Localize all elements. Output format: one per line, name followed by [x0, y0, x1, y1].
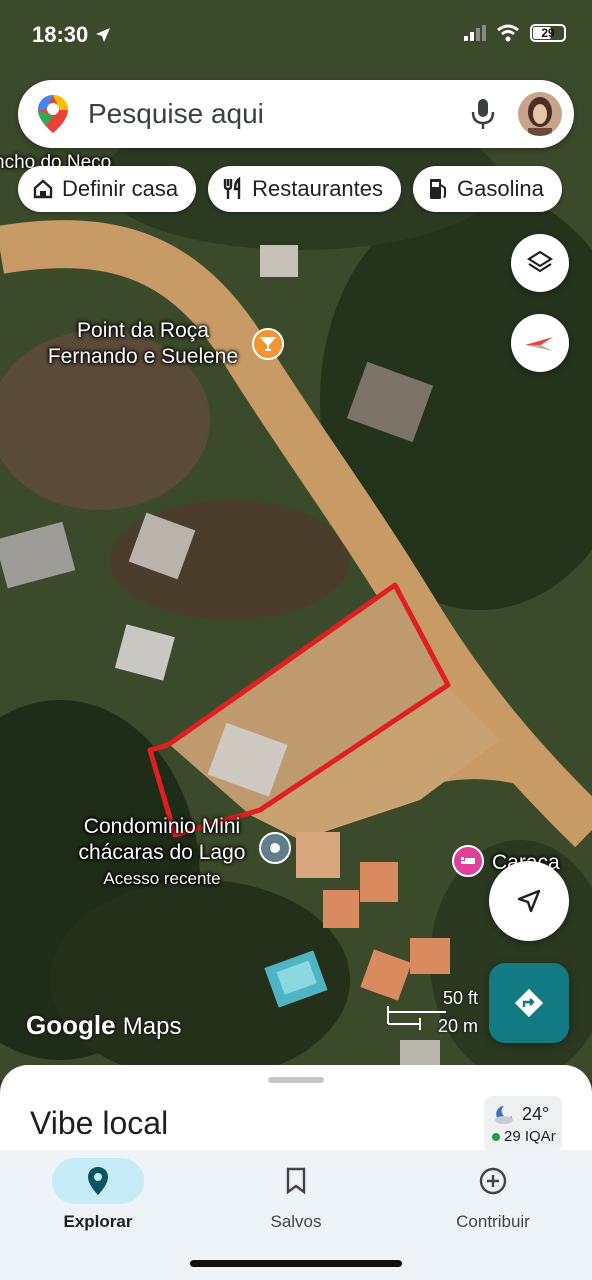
maps-word: Maps [122, 1013, 182, 1040]
sheet-drag-handle[interactable] [268, 1077, 324, 1083]
wifi-icon [497, 24, 519, 42]
status-icons: 29 [464, 24, 566, 42]
chip-label: Restaurantes [252, 176, 384, 201]
chip-definir-casa[interactable]: Definir casa [18, 166, 197, 212]
search-input[interactable]: Pesquise aqui [88, 98, 468, 130]
poi-label: Condominio Mini chácaras do Lago Acesso … [62, 814, 262, 892]
weather-temp: 24° [522, 1104, 550, 1124]
weather-widget[interactable]: 24° 29 IQAr [484, 1096, 562, 1152]
my-location-button[interactable] [489, 861, 569, 941]
scale-m: 20 m [437, 1016, 478, 1036]
google-word: Google [26, 1010, 116, 1040]
avatar[interactable] [518, 92, 562, 136]
add-circle-icon [479, 1167, 507, 1195]
home-indicator[interactable] [190, 1260, 402, 1267]
poi-sublabel: Acesso recente [103, 869, 221, 888]
location-arrow-icon [96, 28, 111, 42]
nav-label: Contribuir [456, 1212, 530, 1231]
poi-label-line1: Point da Roça [77, 319, 209, 342]
nav-explorar[interactable]: Explorar [28, 1158, 168, 1232]
bar-icon [252, 328, 284, 360]
signal-icon [464, 25, 486, 41]
google-maps-logo: Google Maps [26, 1010, 181, 1041]
chip-restaurantes[interactable]: Restaurantes [208, 166, 402, 212]
nav-icon-wrap [52, 1158, 144, 1204]
battery-icon: 29 [530, 24, 566, 42]
nav-label: Salvos [270, 1212, 322, 1231]
home-icon [33, 179, 53, 199]
explore-pin-icon [88, 1167, 108, 1195]
clock: 18:30 [32, 22, 89, 47]
poi-label-line2: chácaras do Lago [78, 841, 246, 864]
poi-label-line2: Fernando e Suelene [47, 345, 239, 368]
chip-gasolina[interactable]: Gasolina [413, 166, 562, 212]
battery-level: 29 [541, 26, 555, 40]
search-bar[interactable]: Pesquise aqui [18, 80, 574, 148]
chip-label: Gasolina [457, 176, 544, 201]
nav-contribuir[interactable]: Contribuir [423, 1158, 563, 1232]
chip-label: Definir casa [62, 176, 179, 201]
nav-icon-wrap [423, 1158, 563, 1204]
compass-button[interactable] [511, 314, 569, 372]
air-quality-dot [492, 1133, 500, 1141]
bookmark-icon [286, 1167, 306, 1195]
layers-button[interactable] [511, 234, 569, 292]
poi-label: Point da Roça Fernando e Suelene [36, 318, 250, 370]
air-quality: 29 IQAr [504, 1128, 556, 1145]
weather-moon-icon [495, 1106, 513, 1124]
compass-icon [525, 337, 553, 351]
nav-label: Explorar [63, 1212, 133, 1231]
poi-label-line1: Condominio Mini [83, 815, 241, 838]
directions-icon [514, 988, 544, 1018]
nav-salvos[interactable]: Salvos [226, 1158, 366, 1232]
status-time: 18:30 [32, 22, 112, 48]
recent-pin-icon [259, 832, 291, 864]
layers-icon [526, 250, 554, 273]
gas-station-icon [430, 179, 447, 199]
microphone-icon[interactable] [468, 97, 498, 131]
hotel-icon [452, 845, 484, 877]
sheet-title: Vibe local [30, 1105, 169, 1141]
status-bar: 18:30 29 [0, 18, 592, 52]
directions-button[interactable] [489, 963, 569, 1043]
category-chips: Definir casa Restaurantes Gasolina [18, 166, 562, 212]
nav-icon-wrap [226, 1158, 366, 1204]
navigation-arrow-icon [517, 889, 541, 913]
google-maps-pin-icon [38, 95, 68, 133]
restaurant-icon [223, 177, 241, 199]
scale-bar: 50 ft 20 m [386, 988, 478, 1036]
